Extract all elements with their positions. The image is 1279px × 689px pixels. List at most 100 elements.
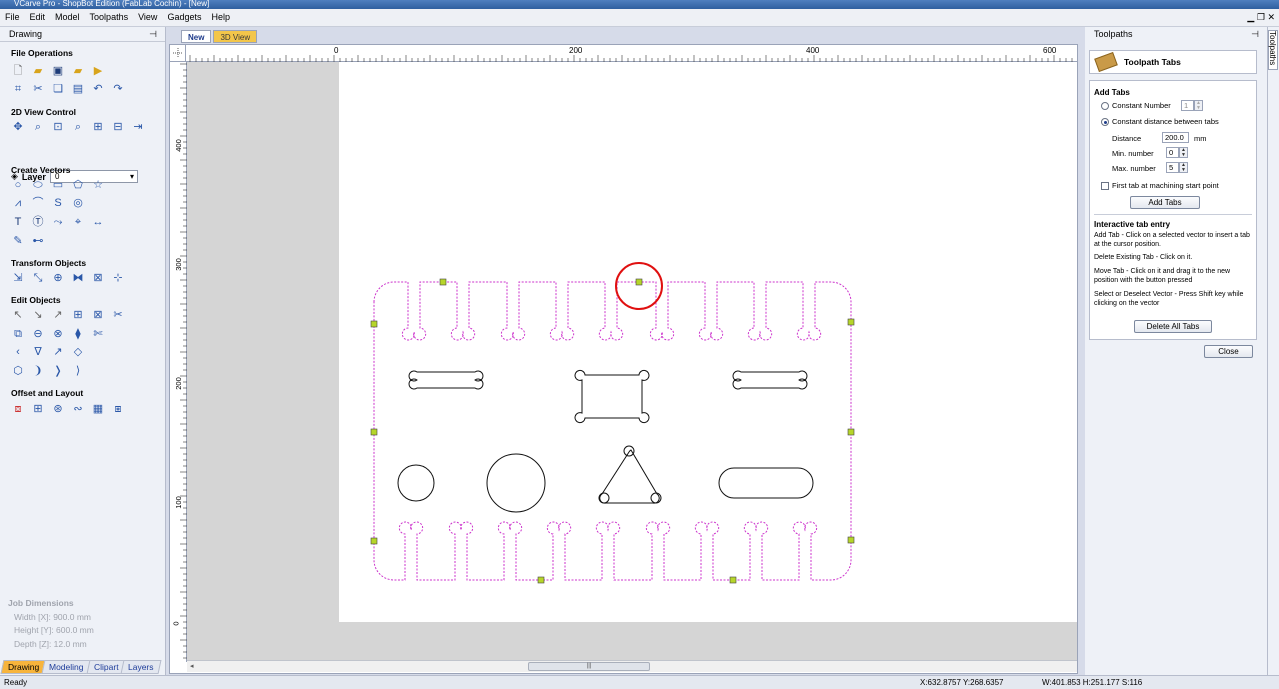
auto-nest-icon[interactable]: ⧆ (110, 402, 126, 416)
bone-shape-right[interactable] (732, 370, 808, 390)
constant-distance-option[interactable]: Constant distance between tabs (1101, 117, 1219, 127)
import-icon[interactable]: ▶ (90, 64, 106, 78)
open-folder-icon[interactable]: ▰ (70, 64, 86, 78)
distort-icon[interactable]: ⊠ (90, 271, 106, 285)
tab-marker[interactable] (537, 576, 545, 584)
menu-toolpaths[interactable]: Toolpaths (85, 9, 134, 25)
slot-shape[interactable] (718, 467, 814, 499)
small-circle-shape[interactable] (397, 464, 435, 502)
constant-number-field[interactable]: 1 (1181, 100, 1194, 111)
cut-icon[interactable]: ✂ (30, 82, 46, 96)
min-number-spinner[interactable]: ▲ ▼ (1179, 147, 1188, 158)
zoom-icon[interactable]: ⌕ (30, 120, 46, 134)
arc-icon[interactable]: ⌒ (30, 196, 46, 210)
tab-marker[interactable] (439, 278, 447, 286)
min-number-field[interactable]: 0 (1166, 147, 1179, 158)
trim-icon[interactable]: ✂ (110, 308, 126, 322)
curve-fit-icon[interactable]: ⟩ (70, 364, 86, 378)
smooth-icon[interactable]: ⬡ (10, 364, 26, 378)
add-tabs-button[interactable]: Add Tabs (1130, 196, 1200, 209)
menu-gadgets[interactable]: Gadgets (162, 9, 206, 25)
new-file-icon[interactable]: 🗋 (10, 64, 26, 78)
tab-marker[interactable] (370, 320, 378, 328)
weld-icon[interactable]: ⧉ (10, 327, 26, 341)
extend-icon[interactable]: ↗ (50, 345, 66, 359)
close-vector-icon[interactable]: ❩ (30, 364, 46, 378)
group-icon[interactable]: ⊞ (70, 308, 86, 322)
pin-icon[interactable]: ⊣ (149, 27, 157, 42)
rectangle-shape[interactable] (574, 369, 650, 424)
pin-icon[interactable]: ⊣ (1251, 27, 1259, 42)
close-button[interactable]: Close (1204, 345, 1253, 358)
tab-marker[interactable] (847, 318, 855, 326)
bone-shape-left[interactable] (408, 370, 484, 390)
tab-marker[interactable] (370, 537, 378, 545)
tab-marker[interactable] (370, 428, 378, 436)
text-box-icon[interactable]: Ⓣ (30, 215, 46, 229)
selected-outline-vector[interactable] (373, 281, 852, 581)
zoom-extents-icon[interactable]: ⊡ (50, 120, 66, 134)
first-tab-checkbox[interactable] (1101, 182, 1109, 191)
tab-modeling[interactable]: Modeling (41, 660, 92, 674)
fillet-icon[interactable]: ‹ (10, 345, 26, 359)
nest-icon[interactable]: ▦ (90, 402, 106, 416)
pan-icon[interactable]: ✥ (10, 120, 26, 134)
polyline-icon[interactable]: ⩘ (10, 196, 26, 210)
rectangle-icon[interactable]: ▭ (50, 178, 66, 192)
circle-icon[interactable]: ○ (10, 178, 26, 192)
interactive-select-icon[interactable]: ↗ (50, 308, 66, 322)
max-number-field[interactable]: 5 (1166, 162, 1179, 173)
open-file-icon[interactable]: ▰ (30, 64, 46, 78)
menu-edit[interactable]: Edit (25, 9, 51, 25)
copy-icon[interactable]: ❏ (50, 82, 66, 96)
job-setup-icon[interactable]: ⌗ (10, 82, 26, 96)
distance-field[interactable]: 200.0 (1162, 132, 1189, 143)
tab-layers[interactable]: Layers (120, 660, 162, 674)
menu-help[interactable]: Help (206, 9, 235, 25)
paste-icon[interactable]: ▤ (70, 82, 86, 96)
tab-marker[interactable] (847, 428, 855, 436)
join-icon[interactable]: ⧫ (70, 327, 86, 341)
tab-drawing[interactable]: Drawing (0, 660, 47, 674)
scissors-icon[interactable]: ✄ (90, 327, 106, 341)
draw-tool-icon[interactable]: ✎ (10, 234, 26, 248)
scale-icon[interactable]: ⤡ (30, 271, 46, 285)
tangent-icon[interactable]: ◇ (70, 345, 86, 359)
ellipse-icon[interactable]: ⬭ (30, 178, 46, 192)
close-icon[interactable]: ✕ (1267, 12, 1275, 22)
menu-file[interactable]: File (0, 9, 25, 25)
tab-toolpaths-vertical[interactable]: Toolpaths (1268, 30, 1278, 70)
radio-constant-distance[interactable] (1101, 118, 1109, 127)
first-tab-option[interactable]: First tab at machining start point (1101, 181, 1219, 191)
text-icon[interactable]: T (10, 215, 26, 229)
v-fillet-icon[interactable]: ∇ (30, 345, 46, 359)
constant-number-spinner[interactable]: ▲ ▼ (1194, 100, 1203, 111)
array-icon[interactable]: ⊞ (30, 402, 46, 416)
offset-icon[interactable]: ⧈ (10, 402, 26, 416)
star-icon[interactable]: ☆ (90, 178, 106, 192)
tab-marker[interactable] (635, 278, 643, 286)
max-number-spinner[interactable]: ▲ ▼ (1179, 162, 1188, 173)
tab-3d-view[interactable]: 3D View (213, 30, 258, 43)
tab-marker[interactable] (847, 536, 855, 544)
select-icon[interactable]: ↖ (10, 308, 26, 322)
spiral-icon[interactable]: ◎ (70, 196, 86, 210)
intersect-icon[interactable]: ⊗ (50, 327, 66, 341)
toggle-view-icon[interactable]: ⇥ (130, 120, 146, 134)
auto-layout-text-icon[interactable]: ⌖ (70, 215, 86, 229)
constant-number-option[interactable]: Constant Number (1101, 101, 1171, 111)
scrollbar-thumb[interactable]: ||| (528, 662, 650, 671)
scroll-left-icon[interactable]: ◂ (190, 662, 194, 670)
text-on-curve-icon[interactable]: ⤳ (50, 215, 66, 229)
menu-view[interactable]: View (133, 9, 162, 25)
delete-all-tabs-button[interactable]: Delete All Tabs (1134, 320, 1212, 333)
align-icon[interactable]: ⊕ (50, 271, 66, 285)
minimize-icon[interactable]: ▁ (1247, 12, 1254, 22)
undo-icon[interactable]: ↶ (90, 82, 106, 96)
center-icon[interactable]: ⊹ (110, 271, 126, 285)
save-icon[interactable]: ▣ (50, 64, 66, 78)
copy-along-icon[interactable]: ∾ (70, 402, 86, 416)
circular-array-icon[interactable]: ⊛ (50, 402, 66, 416)
open-vector-icon[interactable]: ❭ (50, 364, 66, 378)
redo-icon[interactable]: ↷ (110, 82, 126, 96)
